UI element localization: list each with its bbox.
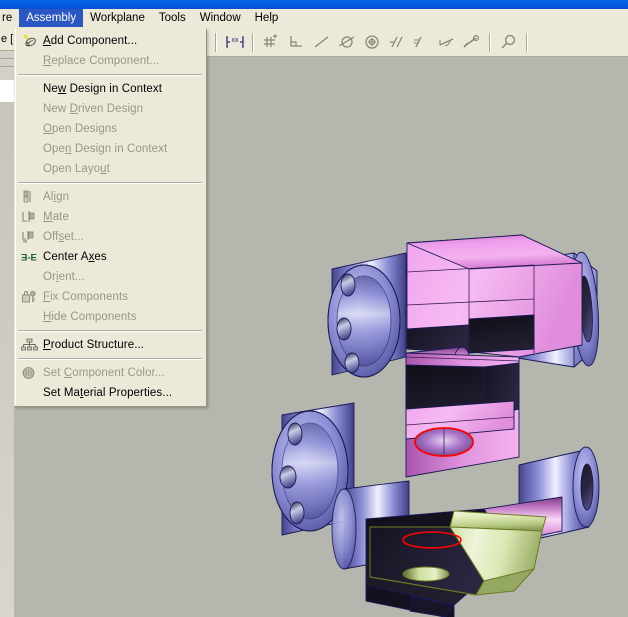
bolt-hole: [279, 465, 297, 489]
add-component-icon: [17, 32, 41, 50]
concentric-constraint-icon[interactable]: [359, 30, 384, 54]
no-icon: [17, 52, 41, 70]
toolbar-separator: [489, 32, 491, 52]
menu-item-label: Fix Components: [43, 290, 129, 303]
toolbar-separator: [252, 32, 254, 52]
green-slot: [402, 566, 450, 582]
menu-item-center-axes[interactable]: Ǝ-E Center Axes: [15, 247, 205, 267]
menu-separator: [18, 358, 202, 360]
menu-item-new-driven-design[interactable]: New Driven Design: [15, 99, 205, 119]
menu-separator: [18, 182, 202, 184]
menu-item-new-design-in-context[interactable]: New Design in Context: [15, 79, 205, 99]
menu-item-hide-components[interactable]: Hide Components: [15, 307, 205, 327]
point-constraint-icon[interactable]: [259, 30, 284, 54]
left-panel-tab-label[interactable]: e [: [0, 28, 14, 50]
menu-item-label: Set Material Properties...: [43, 386, 173, 399]
menu-item-label: Replace Component...: [43, 54, 160, 67]
menu-item-label: Mate: [43, 210, 69, 223]
no-icon: [17, 120, 41, 138]
set-color-icon: [17, 364, 41, 382]
no-icon: [17, 384, 41, 402]
menu-item-label: Open Layout: [43, 162, 110, 175]
menu-item-open-designs[interactable]: Open Designs: [15, 119, 205, 139]
menu-item-label: New Design in Context: [43, 82, 163, 95]
zoom-magnifier-icon[interactable]: [496, 30, 521, 54]
menu-item-align[interactable]: Align: [15, 187, 205, 207]
menu-item-set-component-color[interactable]: Set Component Color...: [15, 363, 205, 383]
menu-item-label: Align: [43, 190, 70, 203]
left-panel-field: [0, 80, 14, 102]
assembly-dropdown-menu[interactable]: Add Component... Replace Component... Ne…: [14, 28, 206, 406]
menu-assembly[interactable]: Assembly: [19, 9, 84, 27]
menu-tools[interactable]: Tools: [152, 9, 193, 27]
menu-item-label: New Driven Design: [43, 102, 144, 115]
no-icon: [17, 80, 41, 98]
equal-constraint-icon[interactable]: [409, 30, 434, 54]
menu-item-label: Offset...: [43, 230, 84, 243]
menu-item-label: Set Component Color...: [43, 366, 165, 379]
svg-text:Ǝ-E: Ǝ-E: [21, 253, 37, 264]
menu-item-add-component[interactable]: Add Component...: [15, 31, 205, 51]
menu-item-offset[interactable]: Offset...: [15, 227, 205, 247]
mate-icon: [17, 208, 41, 226]
angle-constraint-icon[interactable]: [434, 30, 459, 54]
menu-item-label: Open Design in Context: [43, 142, 168, 155]
menu-bar: re Assembly Workplane Tools Window Help: [0, 9, 628, 28]
menu-item-product-structure[interactable]: Product Structure...: [15, 335, 205, 355]
menu-item-label: Open Designs: [43, 122, 118, 135]
left-panel-divider: [0, 58, 14, 59]
menu-item-label: Orient...: [43, 270, 85, 283]
bolt-hole: [287, 422, 303, 446]
no-icon: [17, 100, 41, 118]
no-icon: [17, 268, 41, 286]
dimension-xx-icon[interactable]: xx: [222, 30, 247, 54]
menu-item-open-layout[interactable]: Open Layout: [15, 159, 205, 179]
menu-item-mate[interactable]: Mate: [15, 207, 205, 227]
parallel-constraint-icon[interactable]: [384, 30, 409, 54]
left-panel-body: [0, 102, 14, 617]
menu-item-label: Add Component...: [43, 34, 138, 47]
bolt-hole: [340, 273, 356, 297]
menu-item-orient[interactable]: Orient...: [15, 267, 205, 287]
menu-item-label: Center Axes: [43, 250, 107, 263]
fix-constraint-icon[interactable]: [459, 30, 484, 54]
menu-item-open-design-in-context[interactable]: Open Design in Context: [15, 139, 205, 159]
menu-item-fix-components[interactable]: Fix Components: [15, 287, 205, 307]
toolbar-separator: [526, 32, 528, 52]
fix-components-icon: [17, 288, 41, 306]
offset-icon: [17, 228, 41, 246]
perpendicular-constraint-icon[interactable]: [284, 30, 309, 54]
window-titlebar: [0, 0, 628, 9]
align-icon: [17, 188, 41, 206]
line-constraint-icon[interactable]: [309, 30, 334, 54]
no-icon: [17, 140, 41, 158]
product-structure-icon: [17, 336, 41, 354]
no-icon: [17, 308, 41, 326]
left-panel-divider: [0, 66, 14, 67]
left-panel-divider: [0, 50, 14, 51]
menu-item-label: Hide Components: [43, 310, 137, 323]
menu-item-set-material-properties[interactable]: Set Material Properties...: [15, 383, 205, 403]
toolbar-separator: [215, 32, 217, 52]
menu-separator: [18, 74, 202, 76]
tangent-constraint-icon[interactable]: [334, 30, 359, 54]
bolt-hole: [336, 317, 352, 341]
menu-file-clipped[interactable]: re: [0, 9, 19, 27]
left-panel-strip: e [: [0, 28, 14, 617]
center-axes-icon: Ǝ-E: [17, 248, 41, 266]
menu-workplane[interactable]: Workplane: [83, 9, 152, 27]
menu-item-replace-component[interactable]: Replace Component...: [15, 51, 205, 71]
menu-help[interactable]: Help: [248, 9, 286, 27]
svg-text:xx: xx: [231, 37, 239, 44]
bolt-hole: [289, 501, 305, 525]
menu-item-label: Product Structure...: [43, 338, 145, 351]
menu-window[interactable]: Window: [193, 9, 248, 27]
no-icon: [17, 160, 41, 178]
menu-separator: [18, 330, 202, 332]
